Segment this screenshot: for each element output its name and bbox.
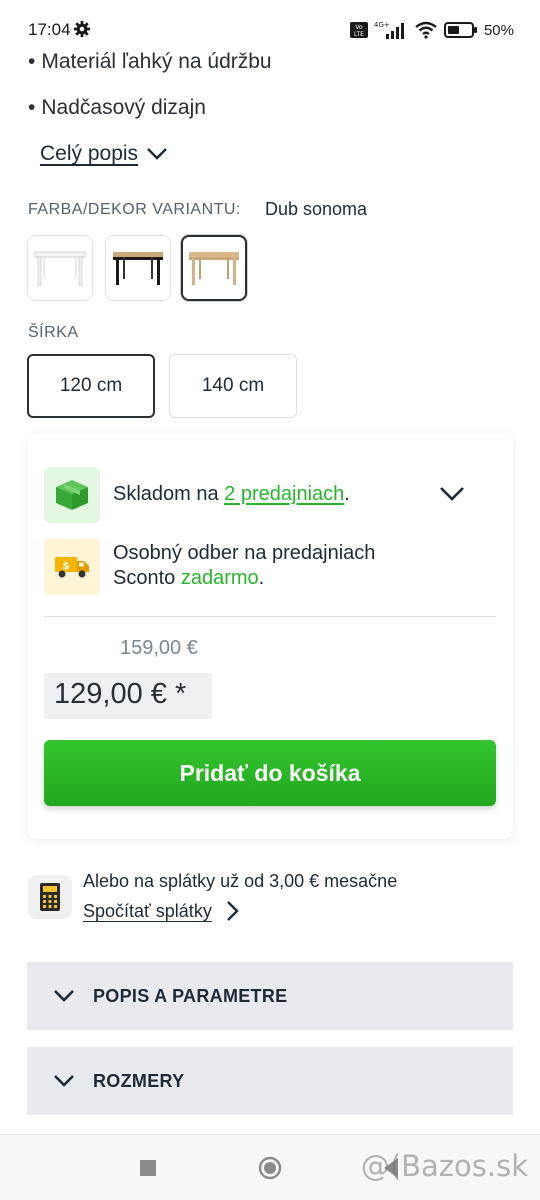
status-time: 17:04 bbox=[28, 20, 71, 39]
battery-icon bbox=[443, 22, 477, 38]
free-label: zadarmo bbox=[180, 567, 259, 589]
white-table-icon bbox=[34, 251, 86, 286]
accordion-description-parameters[interactable]: POPIS A PARAMETRE bbox=[27, 962, 513, 1030]
svg-text:LTE: LTE bbox=[354, 31, 364, 38]
add-to-cart-button[interactable]: Pridať do košíka bbox=[44, 740, 496, 806]
variant-label: FARBA/DEKOR VARIANTU: bbox=[28, 201, 241, 218]
width-label: ŠÍRKA bbox=[28, 324, 79, 341]
battery-percent: 50% bbox=[483, 21, 514, 39]
divider bbox=[44, 616, 496, 617]
watermark: @(Bazos.sk bbox=[360, 1149, 528, 1183]
variant-selected-value: Dub sonoma bbox=[265, 199, 368, 219]
pickup-info: Osobný odber na predajniach Sconto zadar… bbox=[113, 542, 376, 589]
stores-link[interactable]: 2 predajniach bbox=[224, 483, 344, 505]
full-description-link[interactable]: Celý popis bbox=[40, 142, 168, 166]
calculator-icon bbox=[28, 875, 72, 919]
wifi-icon bbox=[415, 21, 437, 39]
sonoma-oak-table-icon bbox=[189, 252, 239, 285]
feature-bullet: Nadčasový dizajn bbox=[28, 96, 206, 120]
calculate-installments-label: Spočítať splátky bbox=[83, 900, 212, 921]
purchase-card: Skladom na 2 predajniach. $ Osobný odber… bbox=[27, 433, 513, 839]
system-nav-bar: @(Bazos.sk bbox=[0, 1134, 540, 1200]
recent-apps-button[interactable] bbox=[140, 1160, 156, 1176]
svg-text:4G+: 4G+ bbox=[374, 21, 390, 29]
stock-status: Skladom na 2 predajniach. bbox=[113, 483, 350, 505]
chevron-right-icon bbox=[226, 901, 239, 921]
accordion-dimensions[interactable]: ROZMERY bbox=[27, 1047, 513, 1115]
current-price: 129,00 € * bbox=[54, 678, 187, 710]
price-box: 129,00 € * bbox=[44, 673, 212, 719]
installments-text: Alebo na splátky už od 3,00 € mesačne bbox=[83, 871, 398, 891]
accordion-label: POPIS A PARAMETRE bbox=[93, 985, 288, 1006]
chevron-down-icon bbox=[54, 1075, 74, 1087]
black-table-icon bbox=[113, 252, 163, 285]
home-button-icon[interactable] bbox=[258, 1156, 282, 1180]
delivery-truck-icon: $ bbox=[44, 539, 100, 595]
swatch-white-table[interactable] bbox=[27, 235, 93, 301]
status-icons: Vo LTE 4G+ 50% bbox=[349, 18, 514, 42]
settings-gear-icon bbox=[73, 20, 91, 38]
volte-icon: Vo LTE bbox=[349, 22, 368, 38]
svg-text:$: $ bbox=[63, 561, 70, 572]
accordion-label: ROZMERY bbox=[93, 1070, 185, 1091]
chevron-down-icon[interactable] bbox=[439, 486, 465, 502]
old-price: 159,00 € bbox=[120, 637, 198, 659]
width-option-120[interactable]: 120 cm bbox=[27, 354, 155, 418]
svg-text:Vo: Vo bbox=[355, 24, 363, 31]
chevron-down-icon bbox=[54, 990, 74, 1002]
stock-box-icon bbox=[44, 467, 100, 523]
width-option-140[interactable]: 140 cm bbox=[169, 354, 297, 418]
calculate-installments-link[interactable]: Spočítať splátky bbox=[83, 900, 240, 922]
swatch-sonoma-oak-table[interactable] bbox=[181, 235, 247, 301]
swatch-black-table[interactable] bbox=[105, 235, 171, 301]
feature-bullet: Materiál ľahký na údržbu bbox=[28, 50, 271, 74]
chevron-down-icon bbox=[147, 148, 167, 160]
signal-icon: 4G+ bbox=[374, 21, 404, 39]
full-description-label: Celý popis bbox=[40, 142, 139, 165]
